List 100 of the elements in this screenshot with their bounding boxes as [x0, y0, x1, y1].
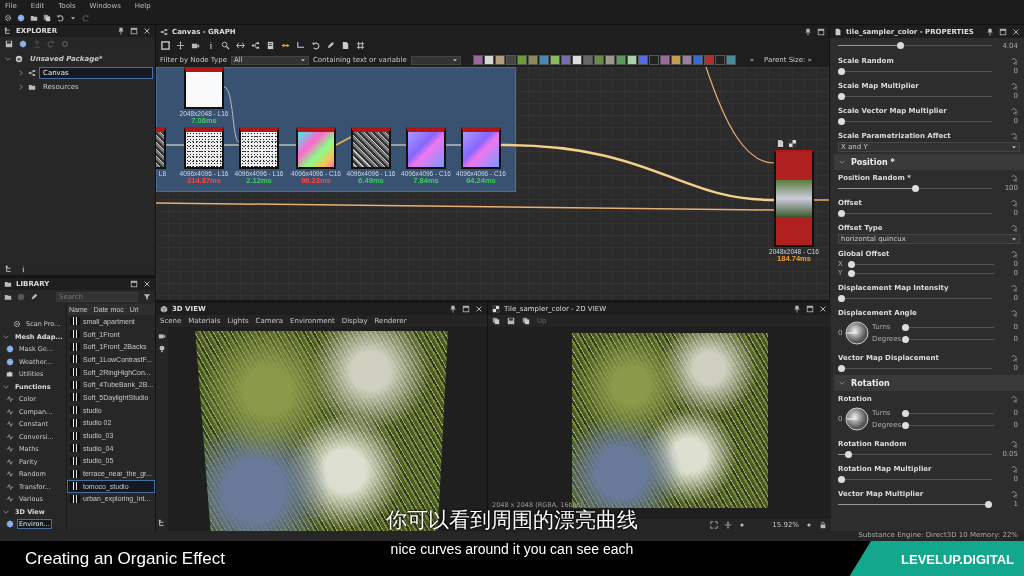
toolbar-icon[interactable] [221, 41, 230, 50]
reset-icon[interactable] [1010, 198, 1018, 207]
reset-icon[interactable] [1010, 394, 1018, 403]
close-icon[interactable] [475, 305, 483, 313]
reset-icon[interactable] [1010, 283, 1018, 292]
checker-icon[interactable] [788, 139, 797, 148]
pen-icon[interactable] [30, 293, 38, 301]
slider-thumb[interactable] [838, 209, 845, 217]
node-icon[interactable] [681, 55, 692, 65]
reset-icon[interactable] [1010, 439, 1018, 448]
node-icon[interactable] [725, 55, 736, 65]
caret-icon[interactable] [450, 56, 459, 64]
close-icon[interactable] [1012, 27, 1020, 36]
graph-node[interactable] [296, 127, 336, 169]
reset-icon[interactable] [1010, 250, 1018, 258]
folder-icon[interactable] [30, 13, 38, 22]
add-folder-icon[interactable] [4, 293, 12, 301]
node-icon[interactable] [505, 55, 516, 65]
slider-thumb[interactable] [845, 450, 853, 458]
chevron-down-icon[interactable] [4, 55, 12, 63]
angle-dial[interactable] [845, 407, 869, 431]
save-icon[interactable] [507, 317, 515, 325]
graph-node[interactable] [184, 67, 224, 109]
node-icon[interactable] [538, 55, 549, 65]
graph-node[interactable] [351, 127, 391, 169]
pin-icon[interactable] [117, 27, 125, 35]
reset-icon[interactable] [1010, 224, 1018, 232]
reset-icon[interactable] [1010, 464, 1018, 473]
copy-icon[interactable] [43, 13, 51, 22]
lock-icon[interactable] [819, 521, 827, 529]
graph-node[interactable] [406, 127, 446, 169]
node-icon[interactable] [692, 55, 703, 65]
maximize-icon[interactable] [462, 305, 470, 313]
reset-icon[interactable] [1010, 106, 1018, 115]
toolbar-icon[interactable] [266, 41, 275, 50]
dot-icon[interactable] [805, 521, 813, 529]
caret-icon[interactable] [298, 56, 307, 64]
slider-thumb[interactable] [902, 421, 909, 429]
node-icon[interactable] [648, 55, 659, 65]
reset-icon[interactable] [1010, 353, 1018, 362]
reset-icon[interactable] [1010, 308, 1018, 317]
toolbar-icon[interactable] [176, 41, 185, 50]
chevron-down-icon[interactable] [838, 158, 846, 166]
undo-icon[interactable] [56, 13, 64, 22]
lightbulb-icon[interactable] [158, 345, 166, 353]
reset-icon[interactable] [1010, 489, 1018, 498]
maximize-icon[interactable] [130, 280, 138, 288]
pin-icon[interactable] [449, 305, 457, 313]
maximize-icon[interactable] [817, 27, 825, 36]
slider-thumb[interactable] [848, 269, 855, 277]
node-icon[interactable] [494, 55, 505, 65]
node-icon[interactable] [549, 55, 560, 65]
slider-thumb[interactable] [902, 409, 909, 417]
maximize-icon[interactable] [130, 27, 138, 35]
close-icon[interactable] [819, 305, 827, 313]
node-icon[interactable] [670, 55, 681, 65]
copy-icon[interactable] [522, 317, 530, 325]
node-icon[interactable] [472, 55, 483, 65]
section-header[interactable]: Position * [834, 154, 1024, 170]
graph-node[interactable] [184, 127, 224, 169]
slider-thumb[interactable] [848, 260, 855, 268]
chevron-right-icon[interactable] [17, 83, 25, 91]
filter-icon[interactable] [143, 293, 151, 301]
save-icon[interactable] [5, 39, 13, 48]
node-icon[interactable] [560, 55, 571, 65]
toolbar-icon[interactable] [236, 41, 245, 50]
graph-node[interactable] [239, 127, 279, 169]
toolbar-icon[interactable] [191, 41, 200, 50]
close-icon[interactable] [143, 280, 151, 288]
slider-thumb[interactable] [902, 335, 909, 343]
slider-thumb[interactable] [838, 117, 845, 125]
maximize-icon[interactable] [806, 305, 814, 313]
slider-thumb[interactable] [838, 475, 845, 483]
slider-thumb[interactable] [902, 323, 909, 331]
camera-icon[interactable] [158, 332, 166, 340]
fit-icon[interactable] [710, 521, 719, 529]
slider-thumb[interactable] [838, 67, 845, 75]
slider-thumb[interactable] [838, 364, 845, 372]
node-icon[interactable] [659, 55, 670, 65]
section-header[interactable]: Rotation [834, 375, 1024, 391]
toolbar-icon[interactable] [161, 41, 170, 50]
node-icon[interactable] [604, 55, 615, 65]
node-icon[interactable] [714, 55, 725, 65]
node-icon[interactable] [637, 55, 648, 65]
node-icon[interactable] [703, 55, 714, 65]
chevron-right-icon[interactable] [17, 69, 25, 77]
output-node[interactable] [774, 150, 814, 247]
slider-thumb[interactable] [911, 184, 919, 192]
angle-dial[interactable] [845, 321, 869, 345]
node-icon[interactable] [483, 55, 494, 65]
maximize-icon[interactable] [999, 27, 1007, 36]
document-icon[interactable] [776, 139, 785, 148]
close-icon[interactable] [143, 27, 151, 35]
node-icon[interactable] [571, 55, 582, 65]
chevron-down-icon[interactable] [838, 379, 846, 387]
reset-icon[interactable] [1010, 132, 1018, 140]
reset-icon[interactable] [1010, 56, 1018, 65]
node-icon[interactable] [527, 55, 538, 65]
reset-icon[interactable] [1010, 173, 1018, 182]
node-icon[interactable] [516, 55, 527, 65]
